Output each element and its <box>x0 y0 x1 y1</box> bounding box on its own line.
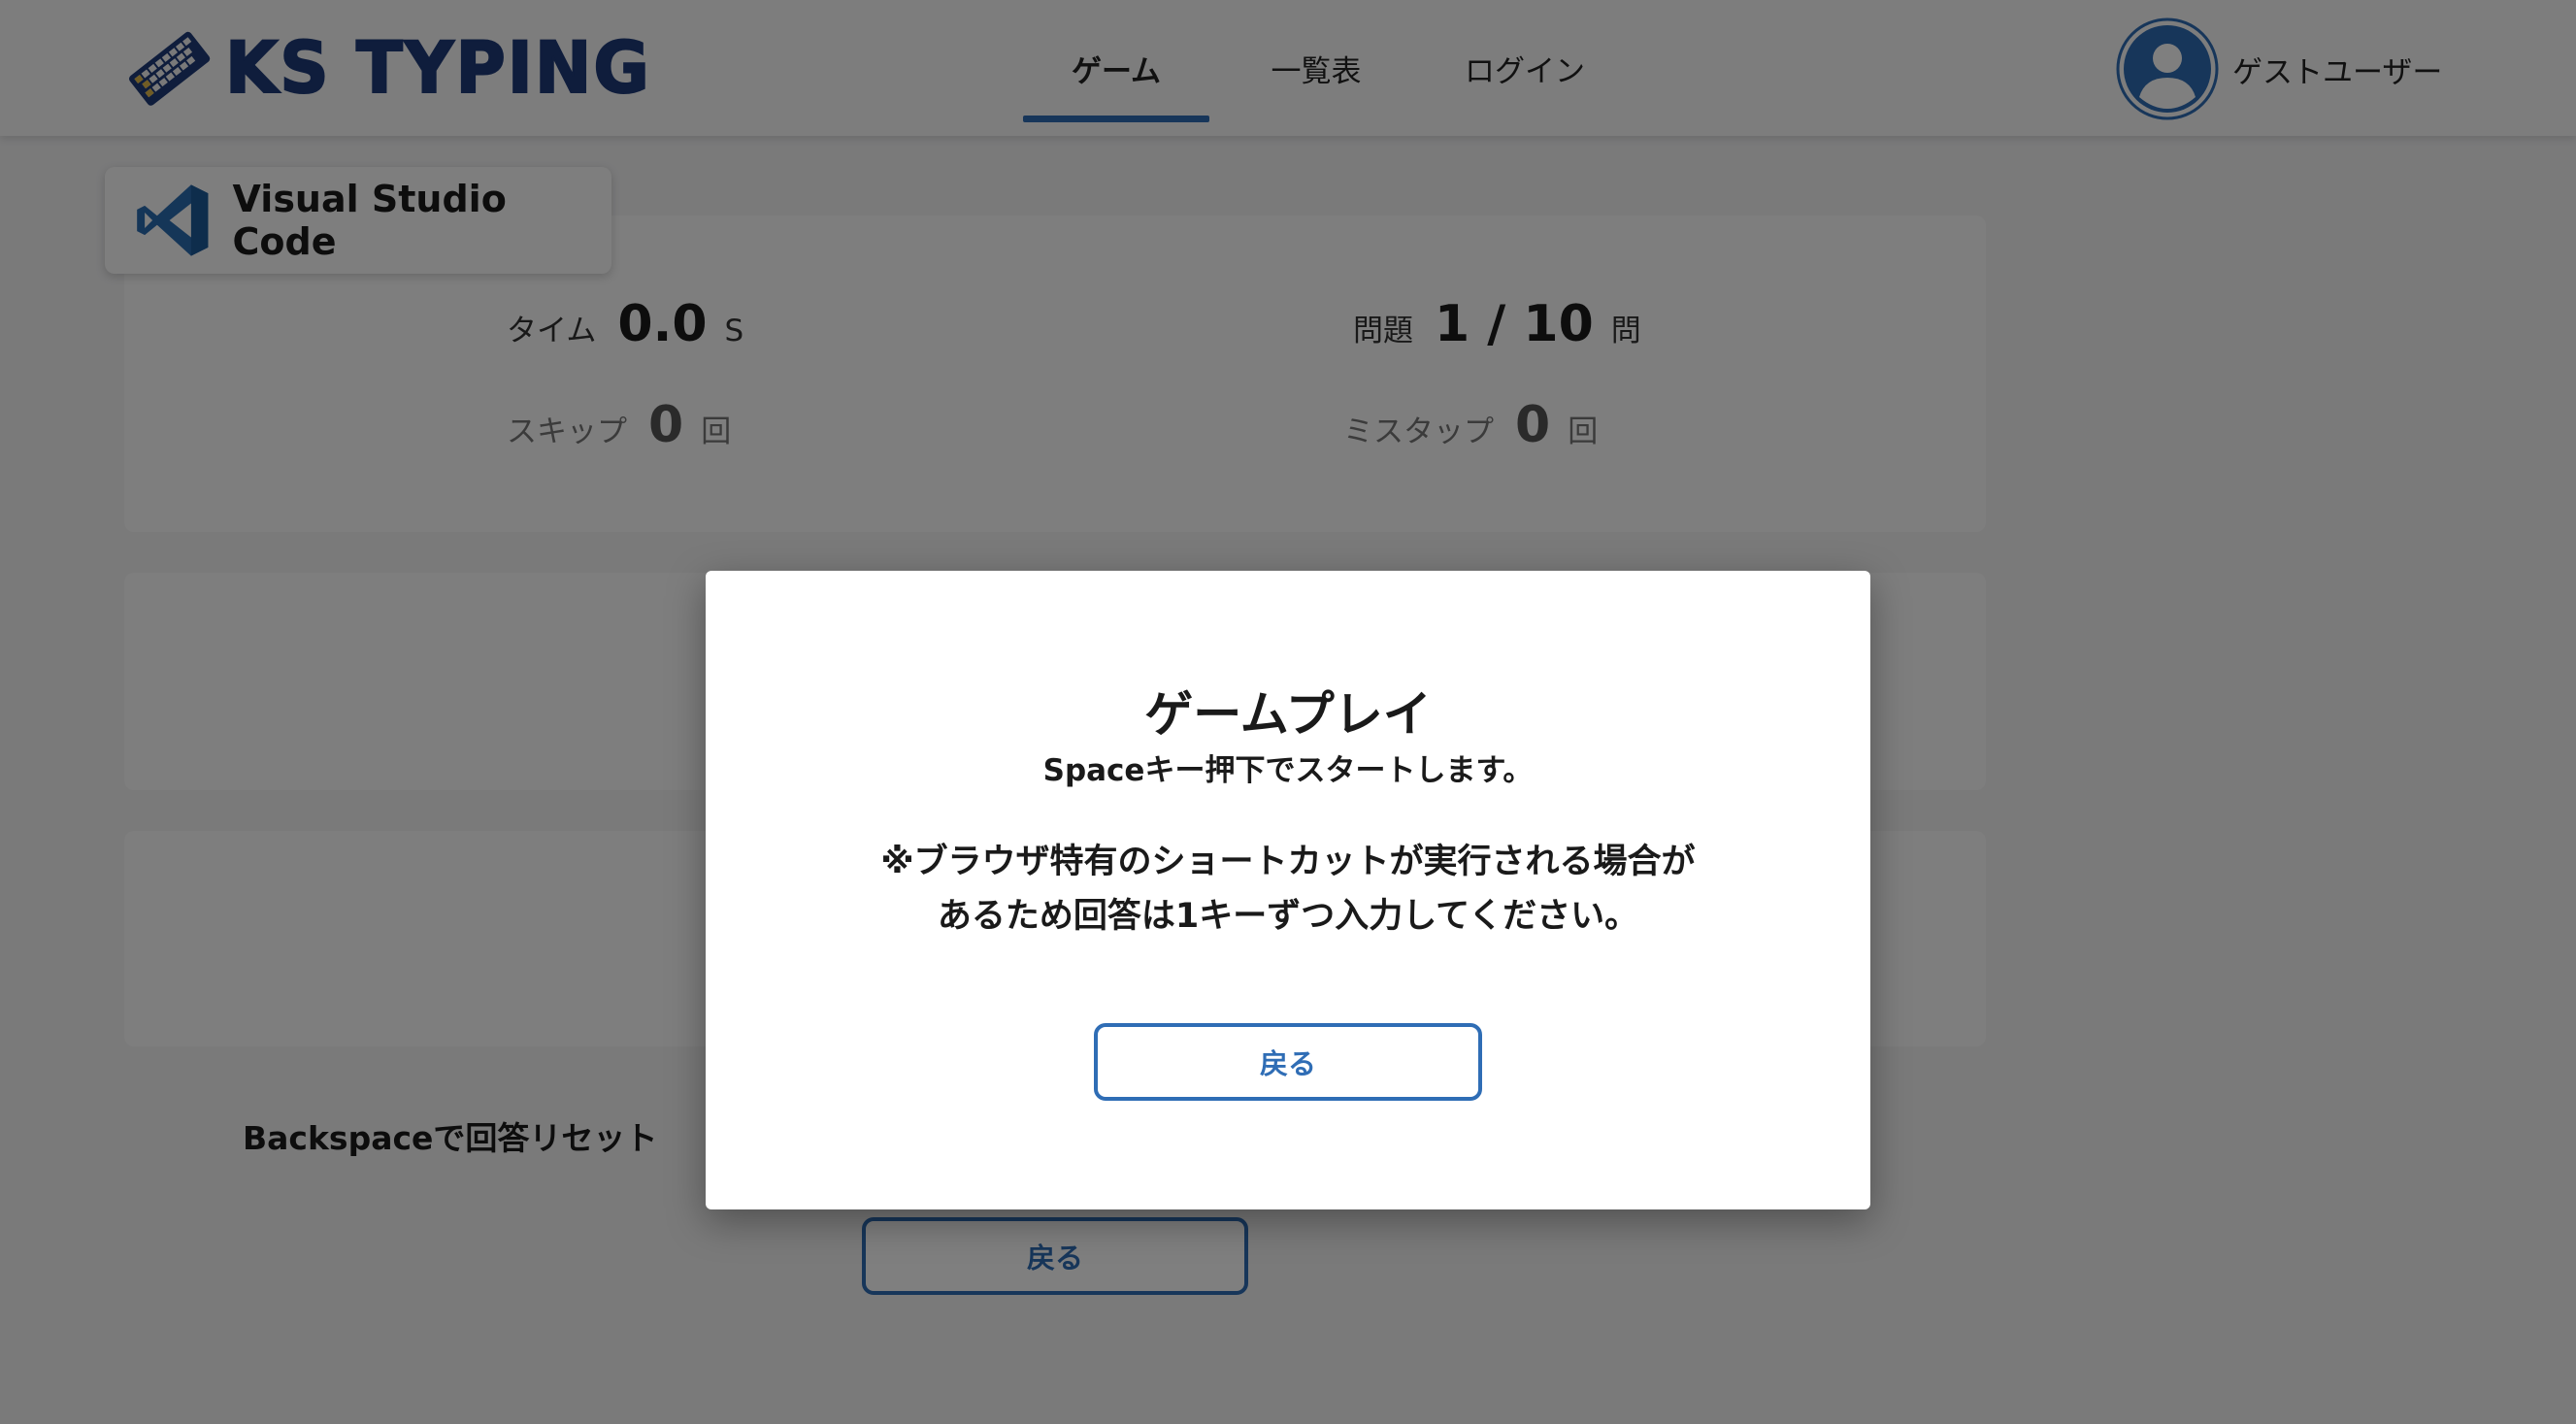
modal-subtitle: Spaceキー押下でスタートします。 <box>1042 753 1534 788</box>
modal-note-line2: あるため回答は1キーずつ入力してください。 <box>937 897 1639 936</box>
modal-note-line1: ※ブラウザ特有のショートカットが実行される場合が <box>880 843 1696 881</box>
modal-title: ゲームプレイ <box>1144 686 1432 743</box>
typing-game-page: KS TYPING ゲーム 一覧表 ログイン ゲストユーザー Visual St… <box>0 0 2576 1424</box>
game-start-modal: ゲームプレイ Spaceキー押下でスタートします。 ※ブラウザ特有のショートカッ… <box>706 571 1870 1209</box>
modal-back-button[interactable]: 戻る <box>1094 1023 1482 1101</box>
modal-note: ※ブラウザ特有のショートカットが実行される場合が あるため回答は1キーずつ入力し… <box>706 835 1870 944</box>
